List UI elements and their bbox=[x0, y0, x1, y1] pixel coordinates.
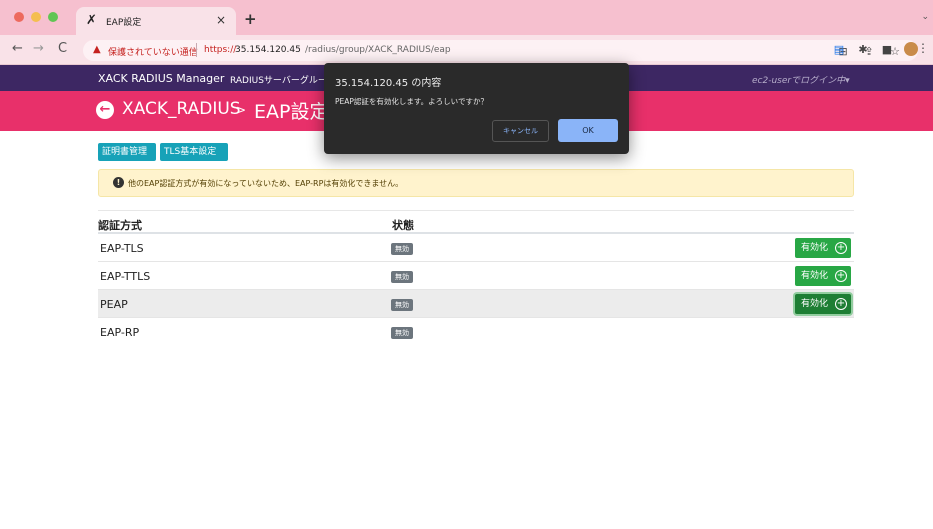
brand-link[interactable]: XACK RADIUS Manager bbox=[98, 72, 224, 85]
info-circle-icon: ! bbox=[113, 177, 124, 188]
extension-icon[interactable]: ▤ bbox=[832, 43, 846, 56]
tab-search-chevron-icon[interactable]: ⌄ bbox=[921, 12, 929, 22]
tls-settings-button[interactable]: TLS基本設定 bbox=[160, 143, 228, 161]
url-host: 35.154.120.45 bbox=[235, 45, 301, 55]
method-name: PEAP bbox=[100, 298, 128, 311]
enable-label: 有効化 bbox=[801, 299, 829, 309]
user-menu[interactable]: ec2-userでログイン中▾ bbox=[752, 73, 850, 86]
column-header-status: 状態 bbox=[392, 219, 414, 232]
browser-menu-icon[interactable]: ⋮ bbox=[917, 41, 929, 55]
table-row: EAP-TLS 無効 有効化 + bbox=[98, 234, 854, 262]
enable-button[interactable]: 有効化 + bbox=[795, 266, 851, 286]
security-status[interactable]: 保護されていない通信 bbox=[108, 45, 198, 58]
status-badge: 無効 bbox=[391, 243, 413, 255]
address-separator bbox=[196, 43, 197, 57]
url-scheme: https:// bbox=[204, 45, 237, 55]
table-row: EAP-RP 無効 bbox=[98, 318, 854, 346]
method-name: EAP-TLS bbox=[100, 242, 144, 255]
enable-label: 有効化 bbox=[801, 271, 829, 281]
enable-button[interactable]: 有効化 + bbox=[795, 238, 851, 258]
alert-text: 他のEAP認証方式が有効になっていないため、EAP-RPは有効化できません。 bbox=[128, 179, 404, 188]
nav-radius-server-group[interactable]: RADIUSサーバーグルー bbox=[230, 73, 327, 86]
enable-label: 有効化 bbox=[801, 243, 829, 253]
status-badge: 無効 bbox=[391, 327, 413, 339]
plus-circle-icon: + bbox=[835, 242, 847, 254]
browser-toolbar: ← → C ▲ 保護されていない通信 https:// 35.154.120.4… bbox=[0, 35, 933, 65]
warning-icon[interactable]: ▲ bbox=[93, 44, 101, 55]
method-name: EAP-RP bbox=[100, 326, 140, 339]
reload-icon[interactable]: C bbox=[58, 41, 67, 56]
window-close-button[interactable] bbox=[14, 12, 24, 22]
ok-button[interactable]: OK bbox=[558, 119, 618, 142]
extension-icons: ▤ ✱ ■ bbox=[832, 42, 918, 56]
table-row: EAP-TTLS 無効 有効化 + bbox=[98, 262, 854, 290]
url-path: /radius/group/XACK_RADIUS/eap bbox=[305, 45, 451, 55]
browser-tab-bar: ✗ EAP設定 × + ⌄ bbox=[0, 0, 933, 35]
plus-circle-icon: + bbox=[835, 270, 847, 282]
back-circle-icon[interactable]: ← bbox=[96, 101, 114, 119]
group-title: XACK_RADIUS bbox=[122, 99, 241, 119]
forward-arrow-icon[interactable]: → bbox=[33, 41, 44, 56]
new-tab-button[interactable]: + bbox=[244, 10, 257, 28]
address-bar[interactable]: ▲ 保護されていない通信 https:// 35.154.120.45 /rad… bbox=[83, 40, 918, 61]
xack-logo-icon: ✗ bbox=[86, 13, 97, 28]
puzzle-icon[interactable]: ✱ bbox=[856, 43, 870, 56]
column-header-method: 認証方式 bbox=[98, 219, 142, 232]
confirm-dialog: 35.154.120.45 の内容 PEAP認証を有効化します。よろしいですか？… bbox=[324, 63, 629, 154]
warning-alert: ! 他のEAP認証方式が有効になっていないため、EAP-RPは有効化できません。 bbox=[98, 169, 854, 197]
cancel-button[interactable]: キャンセル bbox=[492, 120, 549, 142]
tab-close-button[interactable]: × bbox=[216, 13, 226, 27]
enable-button[interactable]: 有効化 + bbox=[795, 294, 851, 314]
breadcrumb-arrow: > bbox=[236, 103, 247, 117]
dialog-title: 35.154.120.45 の内容 bbox=[335, 78, 442, 89]
cert-management-button[interactable]: 証明書管理 bbox=[98, 143, 156, 161]
dialog-message: PEAP認証を有効化します。よろしいですか？ bbox=[335, 97, 488, 106]
status-badge: 無効 bbox=[391, 299, 413, 311]
tab-title: EAP設定 bbox=[106, 18, 142, 28]
method-name: EAP-TTLS bbox=[100, 270, 151, 283]
side-panel-icon[interactable]: ■ bbox=[880, 43, 894, 56]
plus-circle-icon: + bbox=[835, 298, 847, 310]
browser-tab[interactable]: ✗ EAP設定 × bbox=[76, 7, 236, 35]
table-row: PEAP 無効 有効化 + bbox=[98, 290, 854, 318]
window-minimize-button[interactable] bbox=[31, 12, 41, 22]
window-zoom-button[interactable] bbox=[48, 12, 58, 22]
page-title: EAP設定 bbox=[254, 101, 329, 123]
table-header: 認証方式 状態 bbox=[98, 210, 854, 234]
profile-avatar-icon[interactable] bbox=[904, 42, 918, 56]
status-badge: 無効 bbox=[391, 271, 413, 283]
back-arrow-icon[interactable]: ← bbox=[12, 41, 23, 56]
